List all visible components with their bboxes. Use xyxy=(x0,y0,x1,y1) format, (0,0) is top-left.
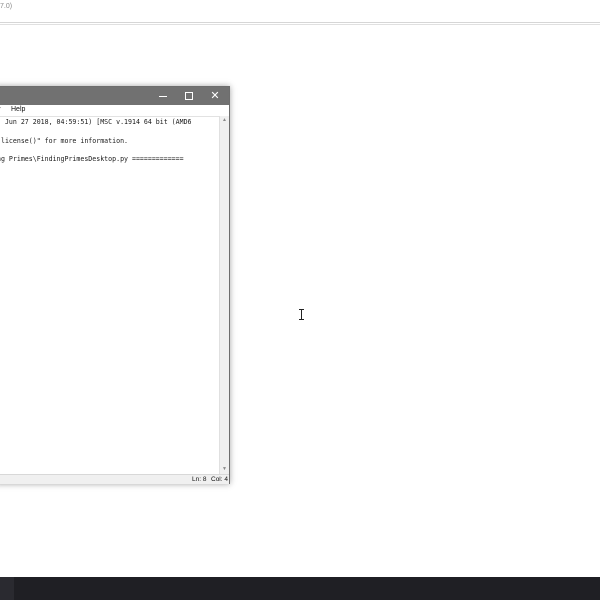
shell-output-line: "license()" for more information. xyxy=(0,137,129,145)
maximize-button[interactable] xyxy=(176,87,202,105)
background-window-titlebar: 7.0) xyxy=(0,0,600,23)
minimize-button[interactable] xyxy=(150,87,176,105)
idle-shell-window[interactable]: ✕ v Help , Jun 27 2018, 04:59:51) [MSC v… xyxy=(0,86,230,484)
background-window-divider xyxy=(0,24,600,25)
shell-text-area[interactable]: , Jun 27 2018, 04:59:51) [MSC v.1914 64 … xyxy=(0,116,219,475)
scroll-up-icon[interactable]: ▲ xyxy=(220,116,229,125)
shell-output-line: ng Primes\FindingPrimesDesktop.py ======… xyxy=(0,155,184,163)
background-window-title: 7.0) xyxy=(0,3,13,10)
status-column-number: Col: 4 xyxy=(211,476,228,483)
shell-statusbar: Ln: 8 Col: 4 xyxy=(0,474,229,484)
menu-item-help[interactable]: Help xyxy=(11,106,25,113)
shell-output-line: , Jun 27 2018, 04:59:51) [MSC v.1914 64 … xyxy=(0,118,192,126)
maximize-icon xyxy=(185,92,193,100)
menu-item-window[interactable]: v xyxy=(0,106,1,113)
vertical-scrollbar[interactable]: ▲ ▼ xyxy=(219,116,229,474)
shell-menubar: v Help xyxy=(0,105,229,116)
desktop: 7.0) ✕ v Help , Jun 27 2018, 04:59:51) [… xyxy=(0,0,600,600)
text-cursor-icon xyxy=(299,309,305,320)
scroll-down-icon[interactable]: ▼ xyxy=(220,465,229,474)
status-line-number: Ln: 8 xyxy=(192,476,207,483)
shell-titlebar[interactable]: ✕ xyxy=(0,87,229,105)
start-button[interactable] xyxy=(0,577,14,600)
close-button[interactable]: ✕ xyxy=(202,87,228,105)
minimize-icon xyxy=(159,95,167,97)
close-icon: ✕ xyxy=(210,89,220,102)
taskbar[interactable] xyxy=(0,577,600,600)
